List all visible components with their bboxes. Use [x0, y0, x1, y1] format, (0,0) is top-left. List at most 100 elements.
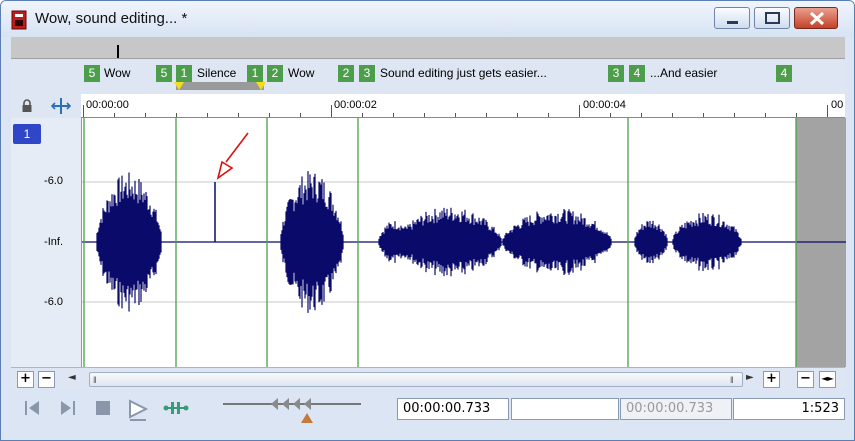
- marker-flag[interactable]: 3: [359, 65, 375, 82]
- annotation-arrow-head: [216, 160, 234, 180]
- window-title: Wow, sound editing... *: [35, 10, 188, 27]
- stop-icon[interactable]: [94, 399, 112, 417]
- waveform-burst: [634, 220, 668, 264]
- minimize-button[interactable]: [714, 7, 750, 29]
- waveform-canvas[interactable]: [82, 118, 846, 367]
- maximize-button[interactable]: [754, 7, 790, 29]
- transport-bar: 00:00:00.733 00:00:00.733 1:523: [11, 389, 845, 440]
- marker-bar[interactable]: 5 Wow 5 1 Silence 1 2 Wow 2 3 Sound edit…: [11, 60, 845, 94]
- ruler-tick: [734, 113, 735, 117]
- minimize-icon: [727, 21, 738, 24]
- marker-flag[interactable]: 2: [338, 65, 354, 82]
- play-loop-icon[interactable]: [163, 399, 189, 417]
- ruler-tick: [207, 113, 208, 117]
- go-to-end-icon[interactable]: [59, 399, 77, 417]
- marker-flag[interactable]: 4: [776, 65, 792, 82]
- close-button[interactable]: [794, 7, 838, 29]
- db-label: -6.0: [44, 296, 63, 308]
- marker-flag[interactable]: 4: [629, 65, 645, 82]
- marker-label: Silence: [197, 66, 237, 80]
- scroll-right-arrow[interactable]: ►: [746, 372, 754, 383]
- ruler-tick: [114, 113, 115, 117]
- ruler-tick: [145, 113, 146, 117]
- marker-label: Wow: [104, 66, 131, 80]
- zoom-ratio-field[interactable]: 1:523: [733, 398, 845, 420]
- db-label: -Inf.: [44, 236, 63, 248]
- ruler-tick: [424, 113, 425, 117]
- ruler-label: 00:00:00: [86, 99, 129, 111]
- ruler-tick: [455, 113, 456, 117]
- fit-button[interactable]: ◄►: [819, 371, 836, 388]
- waveform-burst: [96, 172, 162, 312]
- lock-icon[interactable]: [21, 99, 33, 113]
- waveform-burst: [280, 171, 344, 313]
- ruler-tick: [331, 105, 332, 117]
- ruler-tools: [11, 94, 81, 118]
- ruler-tick: [672, 113, 673, 117]
- scroll-thumb[interactable]: ǁ ǁ: [89, 372, 743, 387]
- ruler-tick: [362, 113, 363, 117]
- channel-badge[interactable]: 1: [13, 124, 41, 144]
- marker-flag[interactable]: 3: [608, 65, 624, 82]
- ruler-tick: [300, 113, 301, 117]
- region-end-handle[interactable]: [256, 82, 266, 90]
- ruler-label: 00:00:02: [334, 99, 377, 111]
- waveform-area[interactable]: [81, 118, 846, 367]
- play-icon[interactable]: [127, 399, 151, 421]
- ruler-tick: [176, 113, 177, 117]
- vertical-zoom-out-button[interactable]: −: [797, 371, 814, 388]
- ruler-tick: [827, 105, 828, 117]
- db-label: -6.0: [44, 175, 63, 187]
- ruler-tick: [548, 113, 549, 117]
- ruler-tick: [610, 113, 611, 117]
- marker-flag[interactable]: 1: [247, 65, 263, 82]
- ruler-tick: [703, 113, 704, 117]
- waveform-burst: [502, 209, 612, 275]
- marker-label: ...And easier: [650, 66, 718, 80]
- marker-label: Sound editing just gets easier...: [380, 66, 547, 80]
- ruler-tick: [486, 113, 487, 117]
- marker-flag[interactable]: 2: [267, 65, 283, 82]
- waveform-burst: [398, 207, 502, 277]
- channel-header: 1 -6.0 -Inf. -6.0: [11, 118, 81, 367]
- ruler-tick: [796, 113, 797, 117]
- marker-flag[interactable]: 5: [84, 65, 100, 82]
- thumb-grip-right: ǁ: [730, 375, 734, 385]
- time-ruler[interactable]: 00:00:00 00:00:02 00:00:04 00: [81, 94, 845, 118]
- ruler-tick: [641, 113, 642, 117]
- ruler-tick: [269, 113, 270, 117]
- ruler-tick: [517, 113, 518, 117]
- playback-rate-marker: [301, 413, 313, 423]
- selection-start-field[interactable]: [511, 398, 619, 420]
- title-bar[interactable]: Wow, sound editing... *: [1, 1, 854, 37]
- go-to-start-icon[interactable]: [23, 399, 41, 417]
- vertical-zoom-in-button[interactable]: +: [763, 371, 780, 388]
- marker-flag[interactable]: 1: [176, 65, 192, 82]
- app-icon: [11, 10, 27, 30]
- horizontal-scrollbar: + − ◄ ǁ ǁ ► + − ◄►: [11, 367, 845, 389]
- ruler-label: 00: [831, 99, 844, 111]
- scroll-left-arrow[interactable]: ◄: [68, 372, 76, 383]
- maximize-icon: [765, 12, 780, 24]
- overview-bar[interactable]: [11, 37, 845, 59]
- snap-icon[interactable]: [49, 97, 73, 115]
- zoom-out-button[interactable]: −: [38, 371, 55, 388]
- ruler-tick: [393, 113, 394, 117]
- region-start-handle[interactable]: [174, 82, 184, 90]
- playback-rate-knob-icon[interactable]: [269, 396, 313, 412]
- thumb-grip-left: ǁ: [93, 375, 97, 385]
- cursor-position-field[interactable]: 00:00:00.733: [397, 398, 509, 420]
- ruler-label: 00:00:04: [583, 99, 626, 111]
- waveform-burst: [672, 212, 742, 272]
- close-icon: [809, 11, 825, 26]
- zoom-in-button[interactable]: +: [17, 371, 34, 388]
- ruler-tick: [238, 113, 239, 117]
- silence-region-bar[interactable]: [176, 82, 264, 90]
- selection-end-field[interactable]: 00:00:00.733: [620, 398, 732, 420]
- ruler-tick: [765, 113, 766, 117]
- marker-flag[interactable]: 5: [156, 65, 172, 82]
- ruler-tick: [83, 105, 84, 117]
- sound-editor-window: Wow, sound editing... * 5 Wow 5 1 Silenc…: [0, 0, 855, 441]
- annotation-arrow-shaft: [225, 132, 249, 163]
- ruler-tick: [579, 105, 580, 117]
